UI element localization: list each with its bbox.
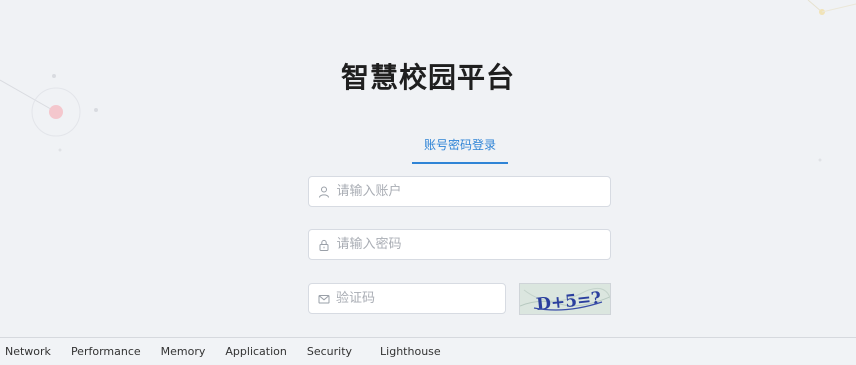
active-tab-indicator — [412, 162, 508, 164]
password-field — [308, 229, 611, 260]
password-input[interactable] — [334, 230, 610, 259]
user-icon — [318, 185, 330, 199]
captcha-input[interactable] — [334, 284, 505, 313]
mail-icon — [318, 292, 330, 306]
devtools-tab-memory[interactable]: Memory — [151, 338, 216, 365]
devtools-tab-lighthouse[interactable]: Lighthouse — [362, 338, 451, 365]
captcha-image[interactable]: D+5=? — [519, 283, 611, 315]
captcha-field — [308, 283, 506, 314]
tab-account-password-login[interactable]: 账号密码登录 — [410, 136, 510, 162]
account-field — [308, 176, 611, 207]
devtools-tab-performance[interactable]: Performance — [61, 338, 151, 365]
devtools-tab-bar: Network Performance Memory Application S… — [0, 337, 856, 364]
devtools-tab-application[interactable]: Application — [215, 338, 296, 365]
page-title: 智慧校园平台 — [340, 61, 515, 94]
devtools-tab-network[interactable]: Network — [0, 338, 61, 365]
lock-icon — [318, 238, 330, 252]
login-tabs: 账号密码登录 — [410, 136, 510, 164]
devtools-tab-security[interactable]: Security — [297, 338, 362, 365]
account-input[interactable] — [334, 177, 610, 206]
